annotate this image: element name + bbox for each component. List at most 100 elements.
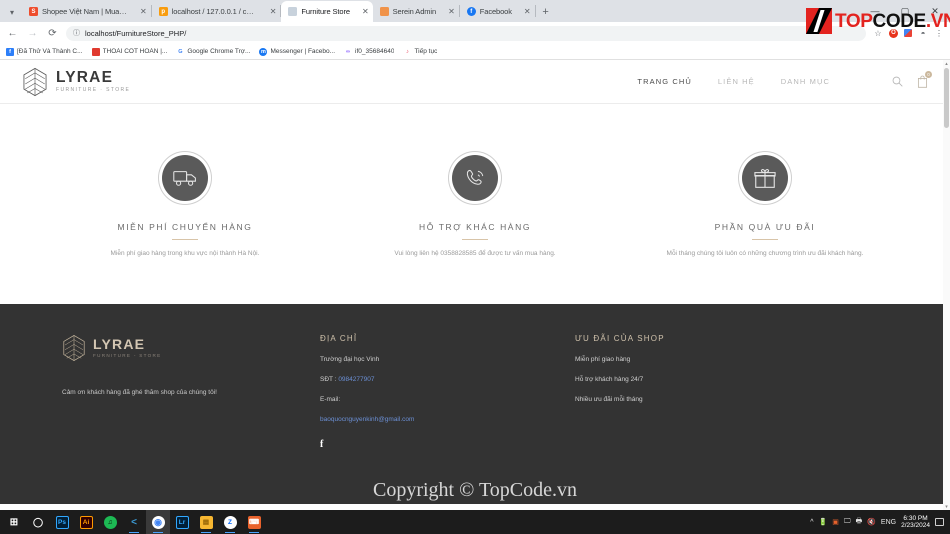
taskbar-unikey[interactable]: ⌨	[242, 510, 266, 534]
cart-bag-icon[interactable]: 0	[917, 71, 932, 88]
topcode-logo-vn: .VN	[925, 10, 950, 32]
taskbar-file-explorer[interactable]: ▤	[194, 510, 218, 534]
action-center-icon[interactable]	[935, 518, 944, 526]
feature-description: Mỗi tháng chúng tôi luôn có những chương…	[666, 250, 864, 257]
lyrae-leaf-logo-icon	[23, 67, 47, 96]
topcode-watermark-logo: TOPCODE.VN	[806, 8, 950, 34]
language-indicator[interactable]: ENG	[881, 519, 896, 526]
tab-close-icon[interactable]: ✕	[262, 7, 277, 16]
bookmark-item[interactable]: f [Đã Thử Và Thành C...	[6, 47, 83, 56]
feature-icon-circle	[163, 156, 207, 200]
google-icon: G	[176, 47, 185, 56]
feature-icon-circle	[453, 156, 497, 200]
footer-offer-item: Hỗ trợ khách hàng 24/7	[575, 375, 644, 383]
bookmark-label: [Đã Thử Và Thành C...	[17, 48, 83, 55]
new-tab-button[interactable]: +	[536, 2, 556, 22]
truck-icon	[173, 171, 196, 186]
windows-taskbar: ⊞ ◯ Ps Ai ♫ < ◉ Lr ▤ Z ⌨ ^ 🔋 ▣ 🖵 🖶 🔇 ENG…	[0, 510, 950, 534]
site-header: LYRAE FURNITURE · STORE TRANG CHỦ LIÊN H…	[0, 60, 950, 104]
header-actions: 0	[892, 71, 932, 88]
scrollbar-thumb[interactable]	[944, 68, 949, 128]
footer-logo[interactable]: LYRAE FURNITURE - STORE	[62, 334, 320, 362]
tab-title: Shopee Việt Nam | Mua và Bán	[42, 7, 128, 16]
search-button[interactable]: ◯	[26, 510, 50, 534]
taskbar-lightroom[interactable]: Lr	[170, 510, 194, 534]
taskbar-photoshop[interactable]: Ps	[50, 510, 74, 534]
nav-item-home[interactable]: TRANG CHỦ	[637, 77, 691, 86]
browser-tab[interactable]: S Shopee Việt Nam | Mua và Bán ✕	[22, 1, 151, 22]
browser-tab[interactable]: Serein Admin ✕	[373, 1, 459, 22]
browser-tab-active[interactable]: Furniture Store ✕	[281, 1, 373, 22]
forward-button[interactable]: →	[26, 28, 39, 39]
footer-columns: LYRAE FURNITURE - STORE Cảm ơn khách hàn…	[40, 334, 910, 450]
feature-icon-circle	[743, 156, 787, 200]
lyrae-leaf-logo-icon	[63, 334, 85, 361]
taskbar-clock[interactable]: 6:30 PM 2/23/2024	[901, 515, 930, 530]
topcode-badge-icon	[806, 8, 832, 34]
taskbar-chrome[interactable]: ◉	[146, 510, 170, 534]
bookmark-item[interactable]: ∞ if0_35684640	[344, 47, 394, 56]
bookmarks-bar: f [Đã Thử Và Thành C... THOÁI CỐT HOÀN |…	[0, 44, 950, 60]
footer-address-column: ĐỊA CHỈ Trường đại học Vinh SĐT : 098427…	[320, 334, 565, 450]
facebook-icon: f	[466, 7, 476, 16]
tab-close-icon[interactable]: ✕	[440, 7, 455, 16]
tab-title: Furniture Store	[301, 7, 350, 16]
browser-tab[interactable]: p localhost / 127.0.0.1 / cnpm / u ✕	[152, 1, 281, 22]
scroll-up-arrow-icon[interactable]: ▴	[943, 60, 950, 67]
cart-count-badge: 0	[925, 71, 932, 78]
address-bar-url: localhost/FurnitureStore_PHP/	[85, 28, 187, 38]
browser-tab[interactable]: f Facebook ✕	[460, 1, 535, 22]
bookmark-item[interactable]: m Messenger | Facebo...	[259, 47, 335, 56]
bookmark-item[interactable]: G Google Chrome Trợ...	[176, 47, 250, 56]
tab-title: Facebook	[479, 7, 512, 16]
taskbar-zalo[interactable]: Z	[218, 510, 242, 534]
windows-logo-icon: ⊞	[7, 515, 21, 529]
photoshop-icon: Ps	[55, 515, 69, 529]
scroll-down-arrow-icon[interactable]: ▾	[943, 503, 950, 510]
taskbar-illustrator[interactable]: Ai	[74, 510, 98, 534]
reload-button[interactable]: ⟳	[46, 28, 59, 39]
tab-close-icon[interactable]: ✕	[354, 7, 369, 16]
tab-search-icon[interactable]: ▾	[2, 2, 22, 22]
battery-icon[interactable]: 🔋	[818, 518, 827, 526]
taskbar-vscode[interactable]: <	[122, 510, 146, 534]
back-button[interactable]: ←	[6, 28, 19, 39]
shopee-icon: S	[29, 7, 38, 16]
feature-title: PHẦN QUÀ ƯU ĐÃI	[714, 222, 816, 232]
display-icon[interactable]: 🖵	[844, 518, 851, 526]
taskbar-spotify[interactable]: ♫	[98, 510, 122, 534]
tab-close-icon[interactable]: ✕	[132, 7, 147, 16]
footer-phone-link[interactable]: 0984277907	[338, 376, 374, 383]
tab-title: Serein Admin	[392, 7, 437, 16]
gift-icon	[754, 168, 776, 188]
tab-close-icon[interactable]: ✕	[516, 7, 531, 16]
spotify-icon: ♫	[103, 515, 117, 529]
nav-item-categories[interactable]: DANH MỤC	[781, 77, 830, 86]
footer-offer-item: Miễn phí giao hàng	[575, 355, 631, 363]
feature-divider	[172, 239, 198, 240]
illustrator-icon: Ai	[79, 515, 93, 529]
footer-logo-subtitle: FURNITURE - STORE	[93, 353, 162, 359]
bookmark-item[interactable]: THOÁI CỐT HOÀN |...	[91, 47, 167, 56]
facebook-icon[interactable]: f	[320, 439, 565, 450]
page-viewport: LYRAE FURNITURE · STORE TRANG CHỦ LIÊN H…	[0, 60, 950, 510]
footer-address-line: Trường đại học Vinh	[320, 355, 380, 363]
tray-chevron-icon[interactable]: ^	[810, 519, 813, 526]
feature-customer-support: HỖ TRỢ KHÁC HÀNG Vui lòng liên hệ 035882…	[330, 156, 620, 260]
page-scrollbar[interactable]: ▴ ▾	[943, 60, 950, 510]
footer-phone-label: SĐT :	[320, 375, 339, 383]
bookmark-item[interactable]: ♪ Tiếp tục	[403, 47, 437, 56]
chrome-icon: ◉	[151, 515, 165, 529]
nav-item-contact[interactable]: LIÊN HỆ	[718, 77, 755, 86]
site-info-icon[interactable]: ⓘ	[73, 28, 80, 38]
printer-icon[interactable]: 🖶	[856, 517, 863, 528]
address-bar[interactable]: ⓘ localhost/FurnitureStore_PHP/	[66, 25, 866, 41]
search-icon[interactable]	[892, 76, 903, 87]
footer-address-heading: ĐỊA CHỈ	[320, 333, 358, 343]
music-icon: ♪	[403, 47, 412, 56]
site-logo[interactable]: LYRAE FURNITURE · STORE	[22, 67, 130, 97]
phone-call-icon	[466, 169, 483, 185]
volume-mute-icon[interactable]: 🔇	[867, 518, 876, 526]
start-button[interactable]: ⊞	[2, 510, 26, 534]
footer-email-link[interactable]: baoquocnguyenkinh@gmail.com	[320, 416, 565, 423]
